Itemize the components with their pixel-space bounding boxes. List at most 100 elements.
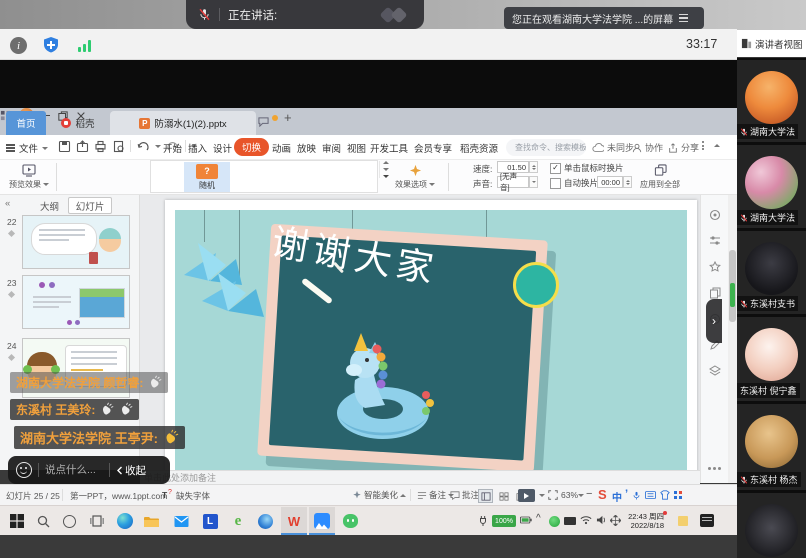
sound-select[interactable]: [无声音]	[497, 176, 529, 188]
security-shield-icon[interactable]	[42, 36, 60, 54]
wechat-icon[interactable]	[341, 512, 359, 530]
meeting-app-icon[interactable]	[313, 512, 331, 530]
layers-icon[interactable]	[709, 365, 721, 377]
missing-font-icon[interactable]: T	[162, 490, 167, 500]
ime-indicator-badge[interactable]	[678, 516, 688, 526]
slide-thumbnail-22[interactable]	[22, 215, 130, 269]
browser-icon[interactable]	[256, 512, 274, 530]
menu-design[interactable]: 设计	[213, 141, 232, 155]
file-menu[interactable]: 文件	[6, 141, 48, 155]
power-plug-icon[interactable]	[478, 515, 488, 527]
vertical-scrollbar[interactable]	[728, 195, 737, 483]
collapse-chat-button[interactable]: 收起	[116, 463, 146, 478]
task-view-icon[interactable]	[88, 512, 106, 530]
transition-random[interactable]: ? 随机	[184, 162, 230, 192]
apply-to-all-button[interactable]: 应用到全部	[638, 161, 682, 193]
action-center-icon[interactable]	[700, 514, 714, 527]
save-icon[interactable]	[58, 140, 71, 153]
collaborate-button[interactable]: 协作	[632, 141, 663, 154]
presenter-view-button[interactable]: 演讲者视图	[737, 30, 806, 57]
advance-on-click-option[interactable]: ✓ 单击鼠标时换片	[550, 162, 624, 174]
missing-font-label[interactable]: 缺失字体	[176, 490, 210, 502]
style-icon[interactable]	[709, 209, 721, 221]
banner-menu-icon[interactable]	[679, 14, 688, 22]
menu-devtools[interactable]: 开发工具	[370, 141, 408, 155]
comments-toggle[interactable]: 批注	[450, 489, 479, 501]
zoom-dropdown-icon[interactable]	[578, 494, 584, 497]
menu-review[interactable]: 审阅	[322, 141, 341, 155]
tab-home[interactable]: 首页	[6, 111, 46, 135]
auto-advance-stepper[interactable]	[623, 176, 632, 188]
menu-view[interactable]: 视图	[347, 141, 366, 155]
network-signal-icon[interactable]	[78, 40, 91, 52]
taskbar-search-icon[interactable]	[34, 512, 52, 530]
battery-icon[interactable]	[520, 515, 532, 525]
effect-options-button[interactable]: 效果选项	[392, 161, 438, 193]
tab-slides-active[interactable]: 幻灯片	[68, 197, 112, 214]
output-icon[interactable]	[76, 140, 89, 153]
participant-tile[interactable]: 湖南大学法	[737, 145, 806, 228]
menu-docer-res[interactable]: 稻壳资源	[460, 141, 498, 155]
slide-thumbnail-23[interactable]	[22, 275, 130, 329]
menu-member[interactable]: 会员专享	[414, 141, 452, 155]
ime-mic-icon[interactable]	[632, 490, 641, 501]
participant-tile[interactable]: 湖南大学法	[737, 60, 806, 142]
chat-input[interactable]	[45, 464, 103, 476]
auto-advance-time[interactable]: 00:00	[597, 176, 623, 188]
info-icon[interactable]: i	[10, 37, 27, 54]
zoom-out-icon[interactable]: −	[586, 488, 592, 500]
slide-page[interactable]: 谢谢大家	[165, 200, 697, 480]
zoom-level[interactable]: 63%	[561, 490, 578, 500]
wps-taskbar-icon[interactable]: W	[285, 512, 303, 530]
move-tool-icon[interactable]	[610, 515, 621, 526]
share-button[interactable]: 分享	[668, 141, 699, 154]
ime-keyboard-icon[interactable]	[645, 491, 656, 499]
ime-toolbox-icon[interactable]	[674, 491, 682, 499]
menu-insert[interactable]: 插入	[188, 141, 207, 155]
favorite-star-icon[interactable]	[709, 261, 721, 273]
participant-tile[interactable]: 东溪村 倪宁鑫	[737, 317, 806, 401]
command-search-box[interactable]: 查找命令、搜索模板	[506, 139, 586, 156]
menu-slideshow[interactable]: 放映	[297, 141, 316, 155]
settings-sliders-icon[interactable]	[709, 235, 721, 247]
cortana-icon[interactable]	[60, 512, 78, 530]
participant-tile[interactable]: 东溪村支书	[737, 231, 806, 314]
antivirus-icon[interactable]	[549, 516, 560, 527]
menu-transitions-active[interactable]: 切换	[234, 138, 269, 156]
battery-percent-badge[interactable]: 100%	[492, 515, 516, 527]
tab-docer[interactable]: 稻壳	[50, 111, 106, 135]
fit-zoom-icon[interactable]	[548, 490, 558, 500]
wifi-icon[interactable]	[580, 515, 592, 525]
ime-punct-toggle[interactable]: ’	[625, 488, 628, 500]
notes-toggle[interactable]: 备注	[417, 489, 454, 501]
mail-app-icon[interactable]	[172, 512, 190, 530]
ime-skin-icon[interactable]	[660, 490, 670, 500]
device-icon[interactable]	[564, 517, 576, 525]
speaker-icon[interactable]	[596, 515, 607, 525]
emoji-picker-icon[interactable]	[16, 462, 32, 478]
tab-document[interactable]: P 防溺水(1)(2).pptx	[110, 111, 256, 135]
participant-tile[interactable]	[737, 493, 806, 558]
ime-lang-toggle[interactable]: 中	[612, 489, 622, 504]
menu-start[interactable]: 开始	[163, 141, 182, 155]
notes-bar[interactable]: 单击此处添加备注	[140, 470, 700, 484]
participant-tile[interactable]: 东溪村 杨杰	[737, 404, 806, 490]
undo-dropdown-icon[interactable]	[155, 145, 161, 148]
hidden-icons-chevron[interactable]: ^	[536, 513, 541, 524]
sogou-ime-icon[interactable]: S	[598, 487, 607, 502]
taskbar-clock[interactable]: 22:43 周四 2022/8/18	[624, 512, 664, 531]
sync-status[interactable]: 未同步	[592, 141, 634, 154]
print-icon[interactable]	[94, 140, 107, 153]
play-options-icon[interactable]	[539, 494, 545, 497]
tab-outline[interactable]: 大纲	[40, 199, 59, 213]
smart-beautify-button[interactable]: 智能美化	[352, 489, 406, 501]
normal-view-button[interactable]	[478, 489, 493, 503]
ie-browser-icon[interactable]: e	[229, 512, 247, 530]
start-button[interactable]	[8, 512, 26, 530]
sound-dropdown[interactable]	[529, 176, 538, 188]
menubar-more-icon[interactable]	[702, 141, 704, 150]
lenovo-app-icon[interactable]: L	[201, 512, 219, 530]
comment-bubble-icon[interactable]	[258, 116, 269, 127]
speed-stepper[interactable]	[529, 161, 538, 173]
gallery-scroll-arrows[interactable]	[379, 161, 389, 178]
